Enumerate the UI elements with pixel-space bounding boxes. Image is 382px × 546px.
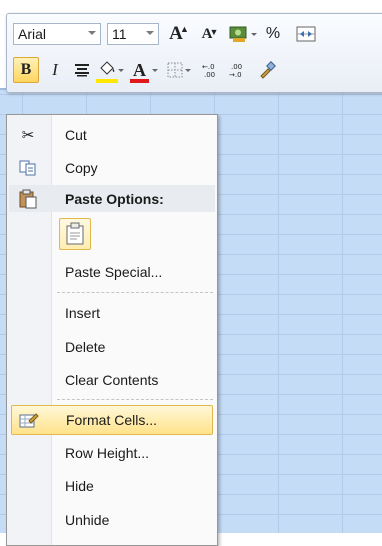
- center-align-button[interactable]: [71, 57, 93, 83]
- menu-item-paste-special[interactable]: Paste Special...: [9, 257, 215, 287]
- menu-item-row-height[interactable]: Row Height...: [9, 438, 215, 468]
- borders-icon: [167, 62, 183, 78]
- accounting-format-button[interactable]: [229, 21, 257, 47]
- font-color-icon: A: [130, 59, 149, 83]
- menu-item-label: Copy: [65, 160, 98, 176]
- scissors-icon: ✂: [21, 127, 35, 144]
- menu-item-label: Paste Options:: [65, 190, 164, 207]
- format-painter-icon: [260, 61, 276, 79]
- fill-color-icon: [96, 60, 118, 83]
- paste-icon: [17, 188, 39, 210]
- menu-separator: [57, 292, 213, 293]
- menu-item-label: Cut: [65, 127, 87, 143]
- menu-item-format-cells[interactable]: Format Cells...: [11, 405, 213, 435]
- grow-font-icon: A ▲: [169, 23, 189, 44]
- menu-item-label: Format Cells...: [66, 412, 158, 428]
- font-name-combo[interactable]: Arial: [13, 23, 101, 45]
- center-align-icon: [75, 64, 89, 77]
- increase-decimal-icon: ←.0 .00: [202, 63, 215, 78]
- font-color-dropdown-icon[interactable]: [152, 68, 158, 72]
- svg-text:.00: .00: [231, 63, 242, 71]
- context-menu: ✂ Cut Copy Paste Options: Paste Special.…: [6, 114, 218, 546]
- bold-button[interactable]: B: [13, 57, 39, 83]
- svg-text:→.0: →.0: [229, 71, 242, 78]
- menu-item-copy[interactable]: Copy: [9, 153, 215, 183]
- italic-button[interactable]: I: [44, 57, 66, 83]
- percent-style-button[interactable]: %: [262, 21, 284, 47]
- format-cells-icon: [18, 409, 40, 431]
- mini-toolbar: Arial 11 A ▲ A ▼ % B I A ←.0 .00 .00 →.0: [6, 13, 382, 93]
- fill-color-button[interactable]: [96, 57, 124, 83]
- menu-item-delete[interactable]: Delete: [9, 332, 215, 362]
- grow-font-button[interactable]: A ▲: [165, 21, 189, 47]
- menu-item-label: Insert: [65, 305, 101, 321]
- font-size-combo[interactable]: 11: [107, 23, 159, 45]
- decrease-decimal-icon: .00 →.0: [229, 63, 242, 78]
- decrease-decimal-button[interactable]: .00 →.0: [229, 57, 251, 83]
- font-name-value: Arial: [18, 26, 47, 42]
- menu-item-label: Unhide: [65, 512, 110, 528]
- menu-item-label: Delete: [65, 339, 106, 355]
- menu-separator: [57, 399, 213, 400]
- menu-item-insert[interactable]: Insert: [9, 298, 215, 328]
- borders-dropdown-icon[interactable]: [185, 68, 191, 72]
- menu-item-cut[interactable]: ✂ Cut: [9, 120, 215, 150]
- font-size-dropdown-icon[interactable]: [146, 31, 154, 35]
- font-size-value: 11: [112, 26, 127, 42]
- shrink-font-button[interactable]: A ▼: [196, 21, 219, 47]
- menu-header-paste-options: Paste Options:: [9, 185, 215, 212]
- merge-center-button[interactable]: [295, 21, 317, 47]
- shrink-font-icon: A ▼: [201, 25, 219, 42]
- svg-text:←.0: ←.0: [202, 63, 215, 71]
- menu-item-label: Clear Contents: [65, 372, 159, 388]
- menu-item-label: Paste Special...: [65, 264, 163, 280]
- font-color-button[interactable]: A: [130, 57, 158, 83]
- menu-item-label: Row Height...: [65, 445, 150, 461]
- fill-color-dropdown-icon[interactable]: [118, 68, 124, 72]
- format-painter-button[interactable]: [256, 57, 278, 83]
- menu-item-hide[interactable]: Hide: [9, 471, 215, 501]
- accounting-dropdown-icon[interactable]: [251, 32, 257, 36]
- menu-item-label: Hide: [65, 478, 94, 494]
- font-name-dropdown-icon[interactable]: [88, 31, 96, 35]
- copy-icon: [17, 157, 39, 179]
- mini-toolbar-row-1: Arial 11 A ▲ A ▼ %: [13, 19, 322, 49]
- merge-center-icon: [296, 26, 316, 42]
- increase-decimal-button[interactable]: ←.0 .00: [202, 57, 224, 83]
- svg-text:.00: .00: [204, 71, 215, 78]
- borders-button[interactable]: [167, 57, 191, 83]
- menu-item-unhide[interactable]: Unhide: [9, 505, 215, 535]
- paste-option-button[interactable]: [59, 218, 91, 250]
- menu-item-clear-contents[interactable]: Clear Contents: [9, 365, 215, 395]
- paste-clipboard-icon: [66, 222, 84, 245]
- mini-toolbar-row-2: B I A ←.0 .00 .00 →.0: [13, 55, 283, 85]
- accounting-format-icon: [229, 26, 247, 42]
